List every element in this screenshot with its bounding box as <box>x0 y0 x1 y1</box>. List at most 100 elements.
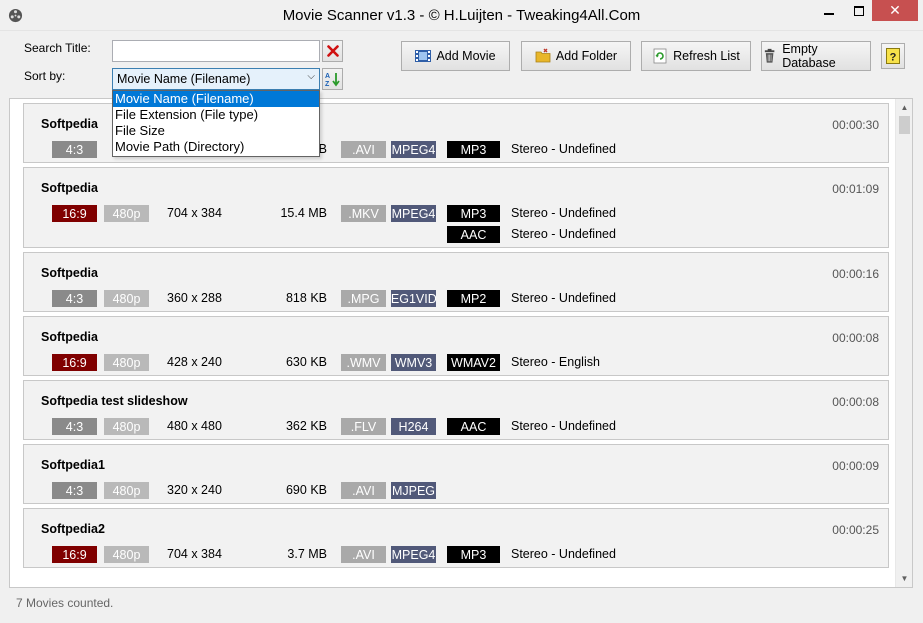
help-button[interactable]: ? <box>881 43 905 69</box>
movie-duration: 00:00:25 <box>832 523 879 537</box>
aspect-ratio-badge: 4:3 <box>52 290 97 307</box>
file-size: 690 KB <box>285 483 327 497</box>
video-dimensions: 704 x 384 <box>167 206 222 220</box>
movie-title: Softpedia <box>41 181 98 195</box>
video-codec-badge: MPEG4 <box>391 546 436 563</box>
movie-card[interactable]: Softpedia 00:01:09 16:9 480p 704 x 384 15.4 M… <box>23 167 889 248</box>
aspect-ratio-badge: 4:3 <box>52 141 97 158</box>
movie-duration: 00:00:08 <box>832 395 879 409</box>
sort-direction-button[interactable]: A Z <box>322 68 343 90</box>
video-codec-badge: MPEG4 <box>391 205 436 222</box>
audio-codec-badge: MP3 <box>447 141 500 158</box>
resolution-badge: 480p <box>104 290 149 307</box>
file-extension-badge: .MKV <box>341 205 386 222</box>
empty-database-label: Empty Database <box>782 42 836 70</box>
window-title: Movie Scanner v1.3 - © H.Luijten - Tweak… <box>282 7 641 24</box>
video-codec-badge: MPEG1VIDEO <box>391 290 436 307</box>
video-codec-badge: H264 <box>391 418 436 435</box>
movie-count-status: 7 Movies counted. <box>16 596 114 610</box>
audio-channels: Stereo - Undefined <box>511 142 616 156</box>
red-x-icon <box>326 45 339 57</box>
file-extension-badge: .AVI <box>341 141 386 158</box>
movie-card[interactable]: Softpedia 00:00:08 16:9 480p 428 x 240 630 KB… <box>23 316 889 376</box>
sort-option-file-size[interactable]: File Size <box>113 123 319 139</box>
video-dimensions: 704 x 384 <box>167 547 222 561</box>
video-dimensions: 428 x 240 <box>167 355 222 369</box>
audio-channels: Stereo - Undefined <box>511 227 616 241</box>
refresh-icon <box>653 48 667 64</box>
help-icon: ? <box>886 48 900 64</box>
add-folder-button[interactable]: Add Folder <box>521 41 631 71</box>
movie-duration: 00:00:30 <box>832 118 879 132</box>
refresh-list-label: Refresh List <box>673 49 740 63</box>
file-size: 15.4 MB <box>280 206 327 220</box>
close-icon: ✕ <box>889 2 901 18</box>
status-bar: 7 Movies counted. <box>0 592 923 623</box>
vertical-scrollbar[interactable]: ▲ ▼ <box>895 99 912 587</box>
scrollbar-thumb[interactable] <box>899 116 910 134</box>
resolution-badge: 480p <box>104 418 149 435</box>
clear-search-button[interactable] <box>322 40 343 62</box>
movie-duration: 00:01:09 <box>832 182 879 196</box>
file-extension-badge: .WMV <box>341 354 386 371</box>
audio-channels: Stereo - Undefined <box>511 547 616 561</box>
scroll-up-icon[interactable]: ▲ <box>896 99 912 116</box>
refresh-list-button[interactable]: Refresh List <box>641 41 751 71</box>
sort-by-dropdown: Movie Name (Filename) File Extension (Fi… <box>112 90 320 157</box>
sort-by-select[interactable]: Movie Name (Filename) ⌵ <box>112 68 320 90</box>
sort-az-icon: A Z <box>325 73 340 87</box>
video-dimensions: 360 x 288 <box>167 291 222 305</box>
movie-title: Softpedia1 <box>41 458 105 472</box>
audio-codec-badge: MP3 <box>447 205 500 222</box>
file-extension-badge: .FLV <box>341 418 386 435</box>
movie-title: Softpedia <box>41 266 98 280</box>
svg-text:A: A <box>325 73 330 80</box>
movie-title: Softpedia <box>41 117 98 131</box>
movie-card[interactable]: Softpedia test slideshow 00:00:08 4:3 480p 4… <box>23 380 889 440</box>
empty-database-button[interactable]: Empty Database <box>761 41 871 71</box>
movie-card[interactable]: Softpedia 00:00:16 4:3 480p 360 x 288 818 KB.… <box>23 252 889 312</box>
trash-icon <box>764 48 775 63</box>
resolution-badge: 480p <box>104 354 149 371</box>
minimize-button[interactable] <box>812 0 846 21</box>
sort-option-file-extension[interactable]: File Extension (File type) <box>113 107 319 123</box>
close-button[interactable]: ✕ <box>872 0 918 21</box>
sort-option-movie-path[interactable]: Movie Path (Directory) <box>113 139 319 155</box>
search-input[interactable] <box>112 40 320 62</box>
sort-by-value: Movie Name (Filename) <box>117 72 251 86</box>
audio-channels: Stereo - Undefined <box>511 291 616 305</box>
sort-option-movie-name[interactable]: Movie Name (Filename) <box>113 91 319 107</box>
minimize-icon <box>824 12 834 15</box>
movie-title: Softpedia2 <box>41 522 105 536</box>
audio-codec-badge: MP3 <box>447 546 500 563</box>
video-codec-badge: MPEG4 <box>391 141 436 158</box>
movie-list[interactable]: Softpedia00:00:304:31.2 MB.AVIMPEG4MP3St… <box>9 98 913 588</box>
audio-codec-badge: WMAV2 <box>447 354 500 371</box>
audio-channels: Stereo - Undefined <box>511 419 616 433</box>
scroll-down-icon[interactable]: ▼ <box>896 570 912 587</box>
video-codec-badge: WMV3 <box>391 354 436 371</box>
aspect-ratio-badge: 16:9 <box>52 546 97 563</box>
title-bar: Movie Scanner v1.3 - © H.Luijten - Tweak… <box>0 0 923 31</box>
file-size: 818 KB <box>285 291 327 305</box>
maximize-button[interactable] <box>846 0 872 21</box>
movie-title: Softpedia <box>41 330 98 344</box>
file-size: 630 KB <box>285 355 327 369</box>
add-movie-button[interactable]: Add Movie <box>401 41 510 71</box>
movie-card[interactable]: Softpedia1 00:00:09 4:3 480p 320 x 240 690 KB… <box>23 444 889 504</box>
audio-channels: Stereo - Undefined <box>511 206 616 220</box>
audio-codec-badge: AAC <box>447 418 500 435</box>
file-size: 3.7 MB <box>287 547 327 561</box>
svg-text:Z: Z <box>325 81 330 87</box>
resolution-badge: 480p <box>104 546 149 563</box>
file-extension-badge: .AVI <box>341 546 386 563</box>
audio-channels: Stereo - English <box>511 355 600 369</box>
movie-duration: 00:00:09 <box>832 459 879 473</box>
aspect-ratio-badge: 4:3 <box>52 482 97 499</box>
sort-by-label: Sort by: <box>24 69 66 83</box>
file-extension-badge: .MPG <box>341 290 386 307</box>
maximize-icon <box>854 5 864 16</box>
file-size: 362 KB <box>285 419 327 433</box>
video-dimensions: 480 x 480 <box>167 419 222 433</box>
movie-card[interactable]: Softpedia2 00:00:25 16:9 480p 704 x 384 3.7 M… <box>23 508 889 568</box>
